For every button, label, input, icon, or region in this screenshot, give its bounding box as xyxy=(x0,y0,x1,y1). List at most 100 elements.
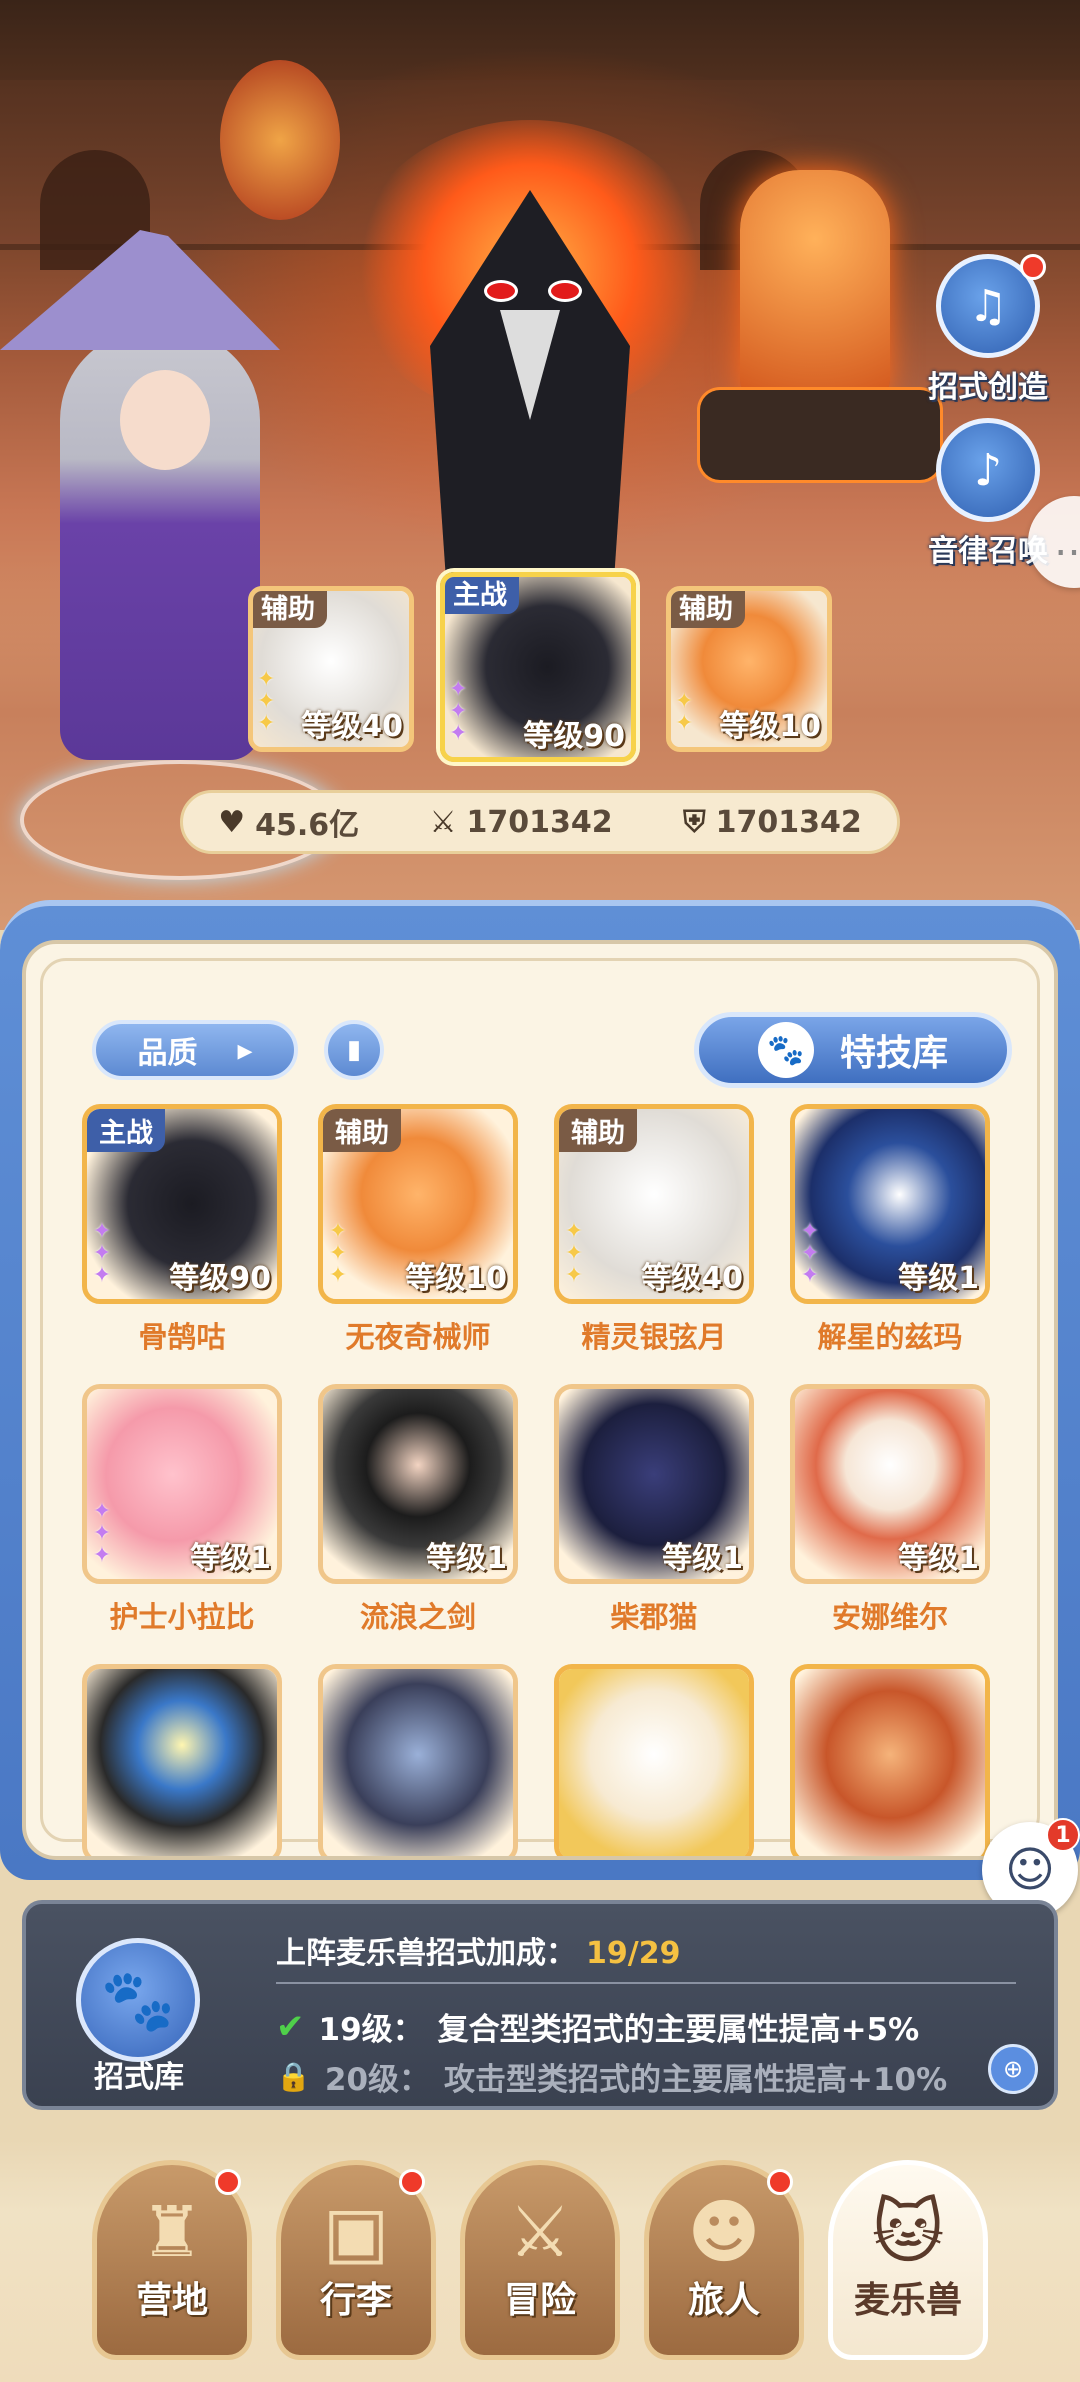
pet-card-frame xyxy=(318,1664,518,1856)
pet-card[interactable]: ✦ ✦ ✦ 等级1 解星的兹玛 xyxy=(790,1104,990,1356)
pet-card[interactable] xyxy=(82,1664,282,1856)
notification-badge: 1 xyxy=(1046,1818,1080,1852)
pet-card[interactable]: ✦ ✦ ✦ 辅助 等级10 无夜奇械师 xyxy=(318,1104,518,1356)
shield-icon: ⛨ xyxy=(683,804,706,840)
bonus-count: 19/29 xyxy=(586,1936,681,1971)
traveler-icon: ☻ xyxy=(687,2191,761,2273)
check-icon: ✔ xyxy=(276,2006,305,2047)
notification-dot xyxy=(399,2169,425,2195)
paw-icon: 🐾 xyxy=(757,1022,814,1078)
book-icon[interactable]: ▮ xyxy=(324,1020,384,1080)
notification-dot xyxy=(767,2169,793,2195)
skill-create-button[interactable]: ♫ 招式创造 xyxy=(908,254,1068,406)
role-tag: 辅助 xyxy=(323,1109,401,1152)
pet-card[interactable] xyxy=(554,1664,754,1856)
skill-bonus-panel: 🐾 招式库 上阵麦乐兽招式加成： 19/29 ✔ 19级： 复合型类招式的主要属性… xyxy=(22,1900,1058,2110)
role-tag: 主战 xyxy=(87,1109,165,1152)
pet-portrait xyxy=(559,1669,749,1856)
level-label: 等级1 xyxy=(898,1541,979,1576)
nav-luggage[interactable]: ▣ 行李 xyxy=(276,2160,436,2360)
attack-value: 1701342 xyxy=(466,804,613,840)
bonus-row-unlocked: ✔ 19级： 复合型类招式的主要属性提高+5% xyxy=(276,2004,919,2049)
team-slot-assist-2[interactable]: ✦ ✦ 辅助 等级10 xyxy=(666,586,832,752)
roster-panel: 品质 ▸ ▮ 🐾 特技库 ✦ ✦ ✦ 主战 等级90 骨鹄咕 ✦ ✦ ✦ 辅助 等级10… xyxy=(22,940,1058,1860)
bonus-level: 20级： xyxy=(324,2062,431,2098)
bonus-title: 上阵麦乐兽招式加成： 19/29 xyxy=(276,1928,680,1972)
bonus-row-locked: 🔒 20级： 攻击型类招式的主要属性提高+10% xyxy=(276,2054,947,2099)
role-tag: 辅助 xyxy=(559,1109,637,1152)
role-tag: 主战 xyxy=(445,577,519,614)
pet-card-frame xyxy=(554,1664,754,1856)
role-tag: 辅助 xyxy=(671,591,745,628)
nav-label: 行李 xyxy=(319,2280,392,2321)
magnify-icon[interactable]: ⊕ xyxy=(988,2044,1038,2094)
quality-filter-button[interactable]: 品质 ▸ xyxy=(92,1020,298,1080)
bonus-desc: 复合型类招式的主要属性提高+5% xyxy=(437,2012,920,2048)
nav-camp[interactable]: ♜ 营地 xyxy=(92,2160,252,2360)
pet-card[interactable] xyxy=(318,1664,518,1856)
pet-name: 骨鹄咕 xyxy=(138,1320,226,1354)
pet-name: 安娜维尔 xyxy=(831,1600,948,1634)
pet-name: 护士小拉比 xyxy=(109,1600,255,1634)
level-label: 等级90 xyxy=(523,719,625,754)
pet-icon: 🐱 xyxy=(871,2191,945,2273)
level-label: 等级40 xyxy=(641,1261,743,1296)
divider xyxy=(276,1982,1016,1984)
skill-create-label: 招式创造 xyxy=(928,370,1048,405)
notification-dot xyxy=(215,2169,241,2195)
level-label: 等级1 xyxy=(426,1541,507,1576)
bottom-nav: ♜ 营地 ▣ 行李 ⚔ 冒险 ☻ 旅人 🐱 麦乐兽 xyxy=(0,2140,1080,2382)
assist-pet-sprite[interactable] xyxy=(700,110,940,490)
pet-card[interactable]: 等级1 安娜维尔 xyxy=(790,1384,990,1636)
hp-stat: ♥ 45.6亿 xyxy=(218,800,359,844)
team-slot-assist-1[interactable]: ✦ ✦ ✦ 辅助 等级40 xyxy=(248,586,414,752)
pet-portrait xyxy=(323,1669,513,1856)
pet-card[interactable]: ✦ ✦ ✦ 等级1 护士小拉比 xyxy=(82,1384,282,1636)
level-label: 等级10 xyxy=(719,709,821,744)
harp-icon: ♪ xyxy=(936,418,1040,522)
bonus-desc: 攻击型类招式的主要属性提高+10% xyxy=(444,2062,948,2098)
skill-library-icon[interactable]: 🐾 xyxy=(76,1938,200,2062)
pet-card[interactable]: 等级1 柴郡猫 xyxy=(554,1384,754,1636)
level-label: 等级1 xyxy=(190,1541,271,1576)
pet-name: 柴郡猫 xyxy=(610,1600,698,1634)
swords-icon: ⚔ xyxy=(508,2191,572,2273)
nav-traveler[interactable]: ☻ 旅人 xyxy=(644,2160,804,2360)
pet-card[interactable]: ✦ ✦ ✦ 辅助 等级40 精灵银弦月 xyxy=(554,1104,754,1356)
bonus-title-text: 上阵麦乐兽招式加成： xyxy=(276,1936,576,1971)
pet-card[interactable]: ✦ ✦ ✦ 主战 等级90 骨鹄咕 xyxy=(82,1104,282,1356)
nav-adventure[interactable]: ⚔ 冒险 xyxy=(460,2160,620,2360)
lock-icon: 🔒 xyxy=(276,2060,311,2093)
castle-icon: ♜ xyxy=(140,2191,204,2273)
skill-library-button[interactable]: 🐾 特技库 xyxy=(694,1012,1012,1088)
pet-portrait xyxy=(795,1669,985,1856)
pet-card-frame: ✦ ✦ ✦ 辅助 等级40 xyxy=(554,1104,754,1304)
team-slot-main[interactable]: ✦ ✦ ✦ 主战 等级90 xyxy=(440,572,636,762)
flying-pet-sprite xyxy=(220,60,340,220)
nav-label: 营地 xyxy=(135,2280,208,2321)
skill-library-label: 特技库 xyxy=(839,1033,948,1074)
level-label: 等级1 xyxy=(898,1261,979,1296)
role-tag: 辅助 xyxy=(253,591,327,628)
level-label: 等级10 xyxy=(405,1261,507,1296)
pet-name: 精灵银弦月 xyxy=(581,1320,727,1354)
chest-icon: ▣ xyxy=(322,2191,390,2273)
nav-label: 旅人 xyxy=(687,2280,760,2321)
pet-card[interactable] xyxy=(790,1664,990,1856)
pet-card[interactable]: 等级1 流浪之剑 xyxy=(318,1384,518,1636)
level-label: 等级90 xyxy=(169,1261,271,1296)
star-rating: ✦ ✦ ✦ xyxy=(92,1499,112,1568)
defense-value: 1701342 xyxy=(715,804,862,840)
pet-card-frame: 等级1 xyxy=(318,1384,518,1584)
pet-card-frame xyxy=(790,1664,990,1856)
skill-library-entry-label: 招式库 xyxy=(94,2060,184,2095)
level-label: 等级1 xyxy=(662,1541,743,1576)
nav-label: 麦乐兽 xyxy=(853,2280,962,2321)
pet-card-frame: ✦ ✦ ✦ 主战 等级90 xyxy=(82,1104,282,1304)
nav-pets[interactable]: 🐱 麦乐兽 xyxy=(828,2160,988,2360)
pet-name: 流浪之剑 xyxy=(359,1600,476,1634)
star-rating: ✦ ✦ ✦ xyxy=(92,1219,112,1288)
main-pet-sprite[interactable] xyxy=(350,120,710,580)
star-rating: ✦ ✦ ✦ xyxy=(564,1219,584,1288)
pet-card-frame: 等级1 xyxy=(554,1384,754,1584)
